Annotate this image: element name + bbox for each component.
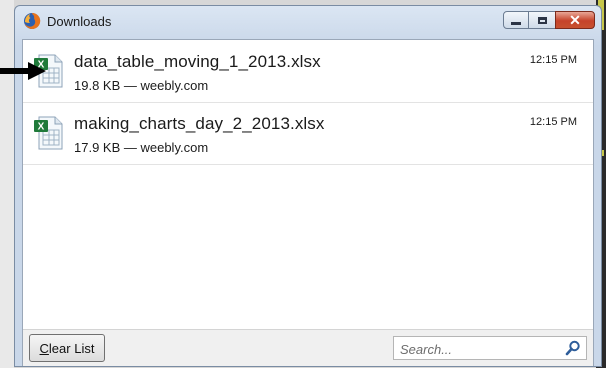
download-filename: making_charts_day_2_2013.xlsx bbox=[74, 114, 325, 133]
close-icon: ✕ bbox=[569, 12, 581, 28]
clear-list-button[interactable]: Clear List bbox=[29, 334, 105, 362]
downloads-footer: Clear List bbox=[23, 329, 593, 366]
clear-list-label: lear List bbox=[48, 340, 95, 356]
pointer-arrow-icon bbox=[0, 62, 46, 80]
search-box[interactable] bbox=[393, 336, 587, 360]
download-item[interactable]: X data_table_moving_1_2013.xlsx 19.8 KB … bbox=[23, 40, 593, 103]
download-time: 12:15 PM bbox=[529, 116, 577, 128]
firefox-icon bbox=[24, 12, 41, 29]
window-title: Downloads bbox=[47, 14, 112, 29]
clear-list-accesskey: C bbox=[39, 340, 49, 356]
maximize-icon bbox=[537, 16, 547, 24]
close-button[interactable]: ✕ bbox=[555, 11, 595, 29]
background-left bbox=[0, 0, 14, 368]
minimize-button[interactable] bbox=[503, 11, 529, 29]
download-list[interactable]: X data_table_moving_1_2013.xlsx 19.8 KB … bbox=[23, 40, 593, 300]
search-input[interactable] bbox=[398, 339, 562, 359]
download-filename: data_table_moving_1_2013.xlsx bbox=[74, 52, 321, 71]
minimize-icon bbox=[511, 21, 521, 25]
download-meta: 19.8 KB — weebly.com bbox=[74, 78, 209, 93]
svg-text:X: X bbox=[38, 122, 45, 133]
search-icon[interactable] bbox=[565, 340, 581, 356]
excel-file-icon: X bbox=[34, 116, 63, 150]
downloads-window: Downloads ✕ X data_table_moving_1_2013.x… bbox=[14, 5, 602, 367]
title-bar[interactable]: Downloads ✕ bbox=[15, 6, 601, 36]
download-meta: 17.9 KB — weebly.com bbox=[74, 140, 209, 155]
downloads-panel: X data_table_moving_1_2013.xlsx 19.8 KB … bbox=[22, 39, 594, 366]
download-item[interactable]: X making_charts_day_2_2013.xlsx 17.9 KB … bbox=[23, 102, 593, 165]
window-controls: ✕ bbox=[503, 11, 595, 29]
download-time: 12:15 PM bbox=[529, 54, 577, 66]
maximize-button[interactable] bbox=[529, 11, 555, 29]
